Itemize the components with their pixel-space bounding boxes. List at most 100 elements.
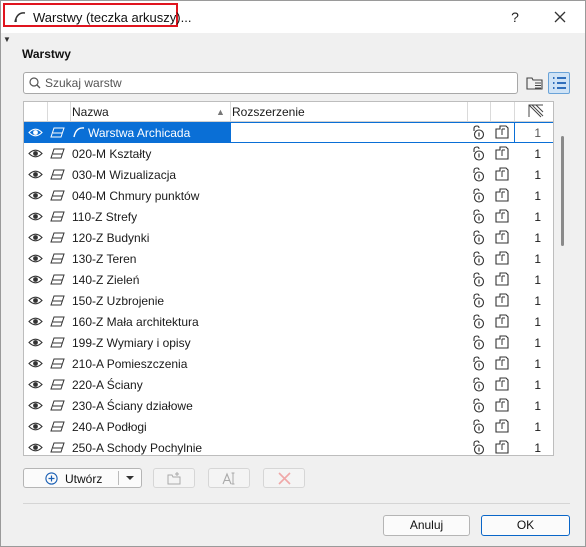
column-separator[interactable] [490, 102, 491, 121]
eye-icon[interactable] [28, 232, 43, 243]
lock-icon[interactable] [471, 314, 486, 329]
eye-icon[interactable] [28, 127, 43, 138]
lock-icon[interactable] [471, 125, 486, 140]
eye-icon[interactable] [28, 316, 43, 327]
layer-icon[interactable] [50, 295, 65, 306]
layer-icon[interactable] [50, 337, 65, 348]
sort-ascending-icon[interactable]: ▲ [216, 107, 225, 117]
wireframe-icon[interactable] [494, 314, 509, 329]
delete-button[interactable] [263, 468, 305, 488]
table-row[interactable]: 250-A Schody Pochylnie 1 [24, 437, 553, 455]
help-button[interactable]: ? [505, 7, 525, 27]
wireframe-icon[interactable] [494, 146, 509, 161]
layer-icon[interactable] [50, 127, 65, 138]
lock-icon[interactable] [471, 251, 486, 266]
wireframe-icon[interactable] [494, 356, 509, 371]
table-row[interactable]: 140-Z Zieleń 1 [24, 269, 553, 290]
wireframe-icon[interactable] [494, 398, 509, 413]
eye-icon[interactable] [28, 379, 43, 390]
search-box[interactable] [23, 72, 518, 94]
create-button[interactable]: Utwórz [23, 468, 142, 488]
wireframe-icon[interactable] [494, 209, 509, 224]
eye-icon[interactable] [28, 400, 43, 411]
list-view-button[interactable] [548, 72, 570, 94]
lock-icon[interactable] [471, 230, 486, 245]
eye-icon[interactable] [28, 295, 43, 306]
wireframe-icon[interactable] [494, 440, 509, 455]
table-row[interactable]: 150-Z Uzbrojenie 1 [24, 290, 553, 311]
column-separator[interactable] [47, 102, 48, 121]
lock-icon[interactable] [471, 419, 486, 434]
column-header-name[interactable]: Nazwa [72, 105, 109, 119]
eye-icon[interactable] [28, 169, 43, 180]
lock-icon[interactable] [471, 188, 486, 203]
collapse-arrow-icon[interactable]: ▼ [3, 35, 11, 44]
layer-icon[interactable] [50, 148, 65, 159]
lock-icon[interactable] [471, 398, 486, 413]
pen-set-icon[interactable] [528, 104, 544, 118]
wireframe-icon[interactable] [494, 188, 509, 203]
table-row[interactable]: 199-Z Wymiary i opisy 1 [24, 332, 553, 353]
column-separator[interactable] [230, 102, 231, 121]
eye-icon[interactable] [28, 148, 43, 159]
lock-icon[interactable] [471, 167, 486, 182]
folder-view-icon[interactable] [525, 73, 545, 93]
table-row[interactable]: 230-A Ściany działowe 1 [24, 395, 553, 416]
table-row[interactable]: 040-M Chmury punktów 1 [24, 185, 553, 206]
wireframe-icon[interactable] [494, 293, 509, 308]
lock-icon[interactable] [471, 356, 486, 371]
column-header-extension[interactable]: Rozszerzenie [232, 105, 305, 119]
wireframe-icon[interactable] [494, 251, 509, 266]
wireframe-icon[interactable] [494, 377, 509, 392]
layer-icon[interactable] [50, 190, 65, 201]
table-row[interactable]: 240-A Podłogi 1 [24, 416, 553, 437]
table-row[interactable]: 030-M Wizualizacja 1 [24, 164, 553, 185]
lock-icon[interactable] [471, 272, 486, 287]
lock-icon[interactable] [471, 293, 486, 308]
eye-icon[interactable] [28, 358, 43, 369]
eye-icon[interactable] [28, 211, 43, 222]
table-row[interactable]: 020-M Kształty 1 [24, 143, 553, 164]
close-icon[interactable] [550, 7, 570, 27]
layer-icon[interactable] [50, 421, 65, 432]
lock-icon[interactable] [471, 440, 486, 455]
column-separator[interactable] [467, 102, 468, 121]
wireframe-icon[interactable] [494, 125, 509, 140]
column-separator[interactable] [514, 102, 515, 121]
wireframe-icon[interactable] [494, 272, 509, 287]
layer-icon[interactable] [50, 442, 65, 453]
lock-icon[interactable] [471, 209, 486, 224]
wireframe-icon[interactable] [494, 230, 509, 245]
wireframe-icon[interactable] [494, 335, 509, 350]
layer-icon[interactable] [50, 211, 65, 222]
cancel-button[interactable]: Anuluj [383, 515, 470, 536]
eye-icon[interactable] [28, 253, 43, 264]
table-row[interactable]: Warstwa Archicada 1 [24, 122, 553, 143]
search-input[interactable] [45, 75, 505, 91]
wireframe-icon[interactable] [494, 167, 509, 182]
table-row[interactable]: 160-Z Mała architektura 1 [24, 311, 553, 332]
table-row[interactable]: 130-Z Teren 1 [24, 248, 553, 269]
eye-icon[interactable] [28, 274, 43, 285]
layer-icon[interactable] [50, 379, 65, 390]
chevron-down-icon[interactable] [125, 473, 135, 483]
lock-icon[interactable] [471, 377, 486, 392]
extension-field[interactable] [231, 123, 467, 142]
eye-icon[interactable] [28, 442, 43, 453]
layer-icon[interactable] [50, 316, 65, 327]
ok-button[interactable]: OK [481, 515, 570, 536]
layer-icon[interactable] [50, 400, 65, 411]
table-row[interactable]: 220-A Ściany 1 [24, 374, 553, 395]
layer-icon[interactable] [50, 274, 65, 285]
eye-icon[interactable] [28, 421, 43, 432]
eye-icon[interactable] [28, 190, 43, 201]
table-row[interactable]: 120-Z Budynki 1 [24, 227, 553, 248]
lock-icon[interactable] [471, 146, 486, 161]
eye-icon[interactable] [28, 337, 43, 348]
layer-icon[interactable] [50, 358, 65, 369]
new-folder-button[interactable] [153, 468, 195, 488]
layer-icon[interactable] [50, 232, 65, 243]
column-separator[interactable] [70, 102, 71, 121]
scrollbar-thumb[interactable] [561, 136, 564, 246]
wireframe-icon[interactable] [494, 419, 509, 434]
